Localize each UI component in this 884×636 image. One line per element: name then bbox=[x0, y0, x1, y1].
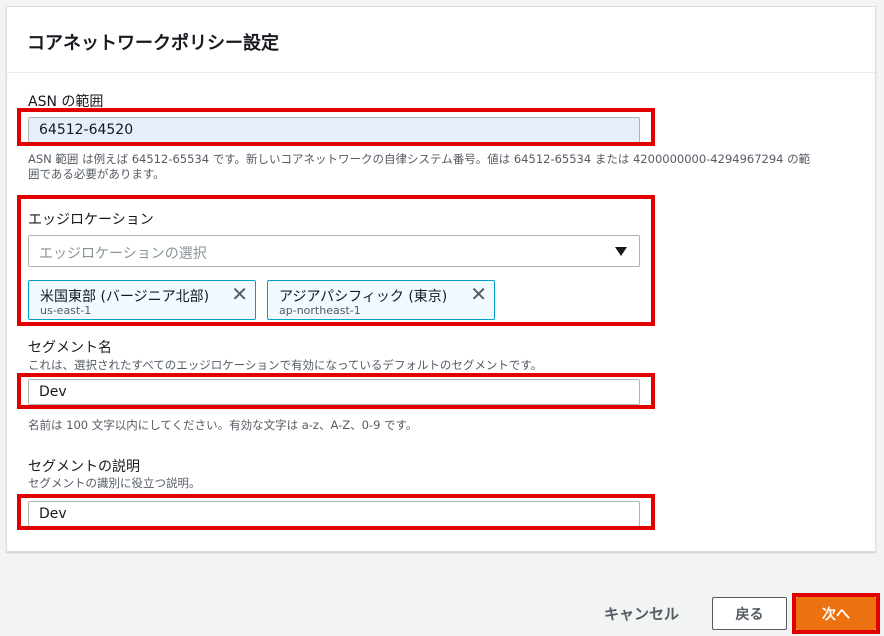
asn-label: ASN の範囲 bbox=[28, 94, 104, 110]
segment-name-description: これは、選択されたすべてのエッジロケーションで有効になっているデフォルトのセグメ… bbox=[28, 358, 543, 372]
cancel-button[interactable]: キャンセル bbox=[604, 603, 679, 624]
token-label: アジアパシフィック (東京) bbox=[279, 289, 448, 305]
next-button[interactable]: 次へ bbox=[796, 597, 876, 630]
segment-desc-label: セグメントの説明 bbox=[28, 459, 140, 475]
caret-down-icon bbox=[615, 247, 627, 256]
settings-panel: コアネットワークポリシー設定 ASN の範囲 64512-64520 ASN 範… bbox=[6, 6, 876, 552]
segment-name-input[interactable]: Dev bbox=[28, 379, 640, 405]
panel-header: コアネットワークポリシー設定 bbox=[7, 7, 875, 73]
segment-name-hint: 名前は 100 文字以内にしてください。有効な文字は a-z、A-Z、0-9 で… bbox=[28, 418, 418, 432]
edge-token-us-east-1: 米国東部 (バージニア北部) us-east-1 ✕ bbox=[28, 280, 256, 320]
back-button[interactable]: 戻る bbox=[712, 597, 787, 630]
edge-token-ap-northeast-1: アジアパシフィック (東京) ap-northeast-1 ✕ bbox=[267, 280, 495, 320]
edge-location-placeholder: エッジロケーションの選択 bbox=[39, 246, 207, 262]
edge-label: エッジロケーション bbox=[28, 212, 154, 228]
edge-location-select[interactable]: エッジロケーションの選択 bbox=[28, 235, 640, 267]
asn-description: ASN 範囲 は例えば 64512-65534 です。新しいコアネットワークの自… bbox=[28, 152, 811, 181]
panel-title: コアネットワークポリシー設定 bbox=[27, 33, 279, 54]
close-icon[interactable]: ✕ bbox=[470, 284, 487, 304]
asn-input[interactable]: 64512-64520 bbox=[28, 117, 640, 143]
token-region-code: us-east-1 bbox=[40, 304, 92, 317]
token-label: 米国東部 (バージニア北部) bbox=[40, 289, 210, 305]
close-icon[interactable]: ✕ bbox=[231, 284, 248, 304]
token-region-code: ap-northeast-1 bbox=[279, 304, 361, 317]
segment-desc-input[interactable]: Dev bbox=[28, 501, 640, 527]
segment-name-label: セグメント名 bbox=[28, 340, 112, 356]
segment-desc-description: セグメントの識別に役立つ説明。 bbox=[28, 476, 201, 490]
